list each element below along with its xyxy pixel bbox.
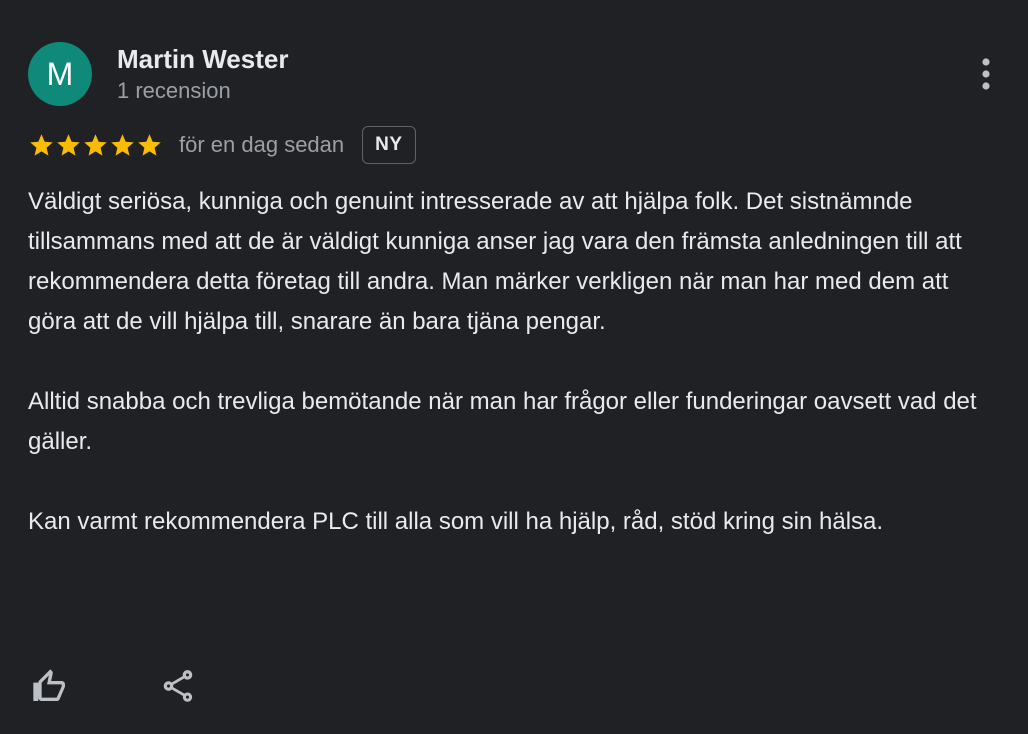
rating-row: för en dag sedan NY bbox=[28, 124, 416, 166]
avatar[interactable]: M bbox=[28, 42, 92, 106]
new-badge: NY bbox=[362, 126, 416, 164]
star-icon bbox=[111, 133, 134, 156]
star-icon bbox=[30, 133, 53, 156]
review-text: Väldigt seriösa, kunniga och genuint int… bbox=[28, 182, 988, 542]
thumbs-up-icon bbox=[33, 669, 65, 701]
avatar-letter: M bbox=[46, 56, 74, 92]
review-paragraph: Alltid snabba och trevliga bemötande när… bbox=[28, 388, 977, 455]
reviewer-name[interactable]: Martin Wester bbox=[117, 44, 288, 74]
star-icon bbox=[57, 133, 80, 156]
share-button[interactable] bbox=[156, 664, 200, 708]
star-rating bbox=[28, 132, 163, 159]
more-vert-icon bbox=[982, 58, 990, 90]
review-paragraph: Kan varmt rekommendera PLC till alla som… bbox=[28, 508, 884, 535]
review-paragraph: Väldigt seriösa, kunniga och genuint int… bbox=[28, 188, 962, 335]
more-options-button[interactable] bbox=[966, 54, 1006, 94]
review-actions bbox=[28, 664, 284, 708]
review-card: M Martin Wester 1 recension för en dag s… bbox=[0, 0, 1028, 734]
share-icon bbox=[163, 670, 193, 702]
star-icon bbox=[138, 133, 161, 156]
review-count: 1 recension bbox=[117, 78, 231, 103]
review-time: för en dag sedan bbox=[179, 132, 345, 157]
like-button[interactable] bbox=[28, 664, 72, 708]
star-icon bbox=[84, 133, 107, 156]
